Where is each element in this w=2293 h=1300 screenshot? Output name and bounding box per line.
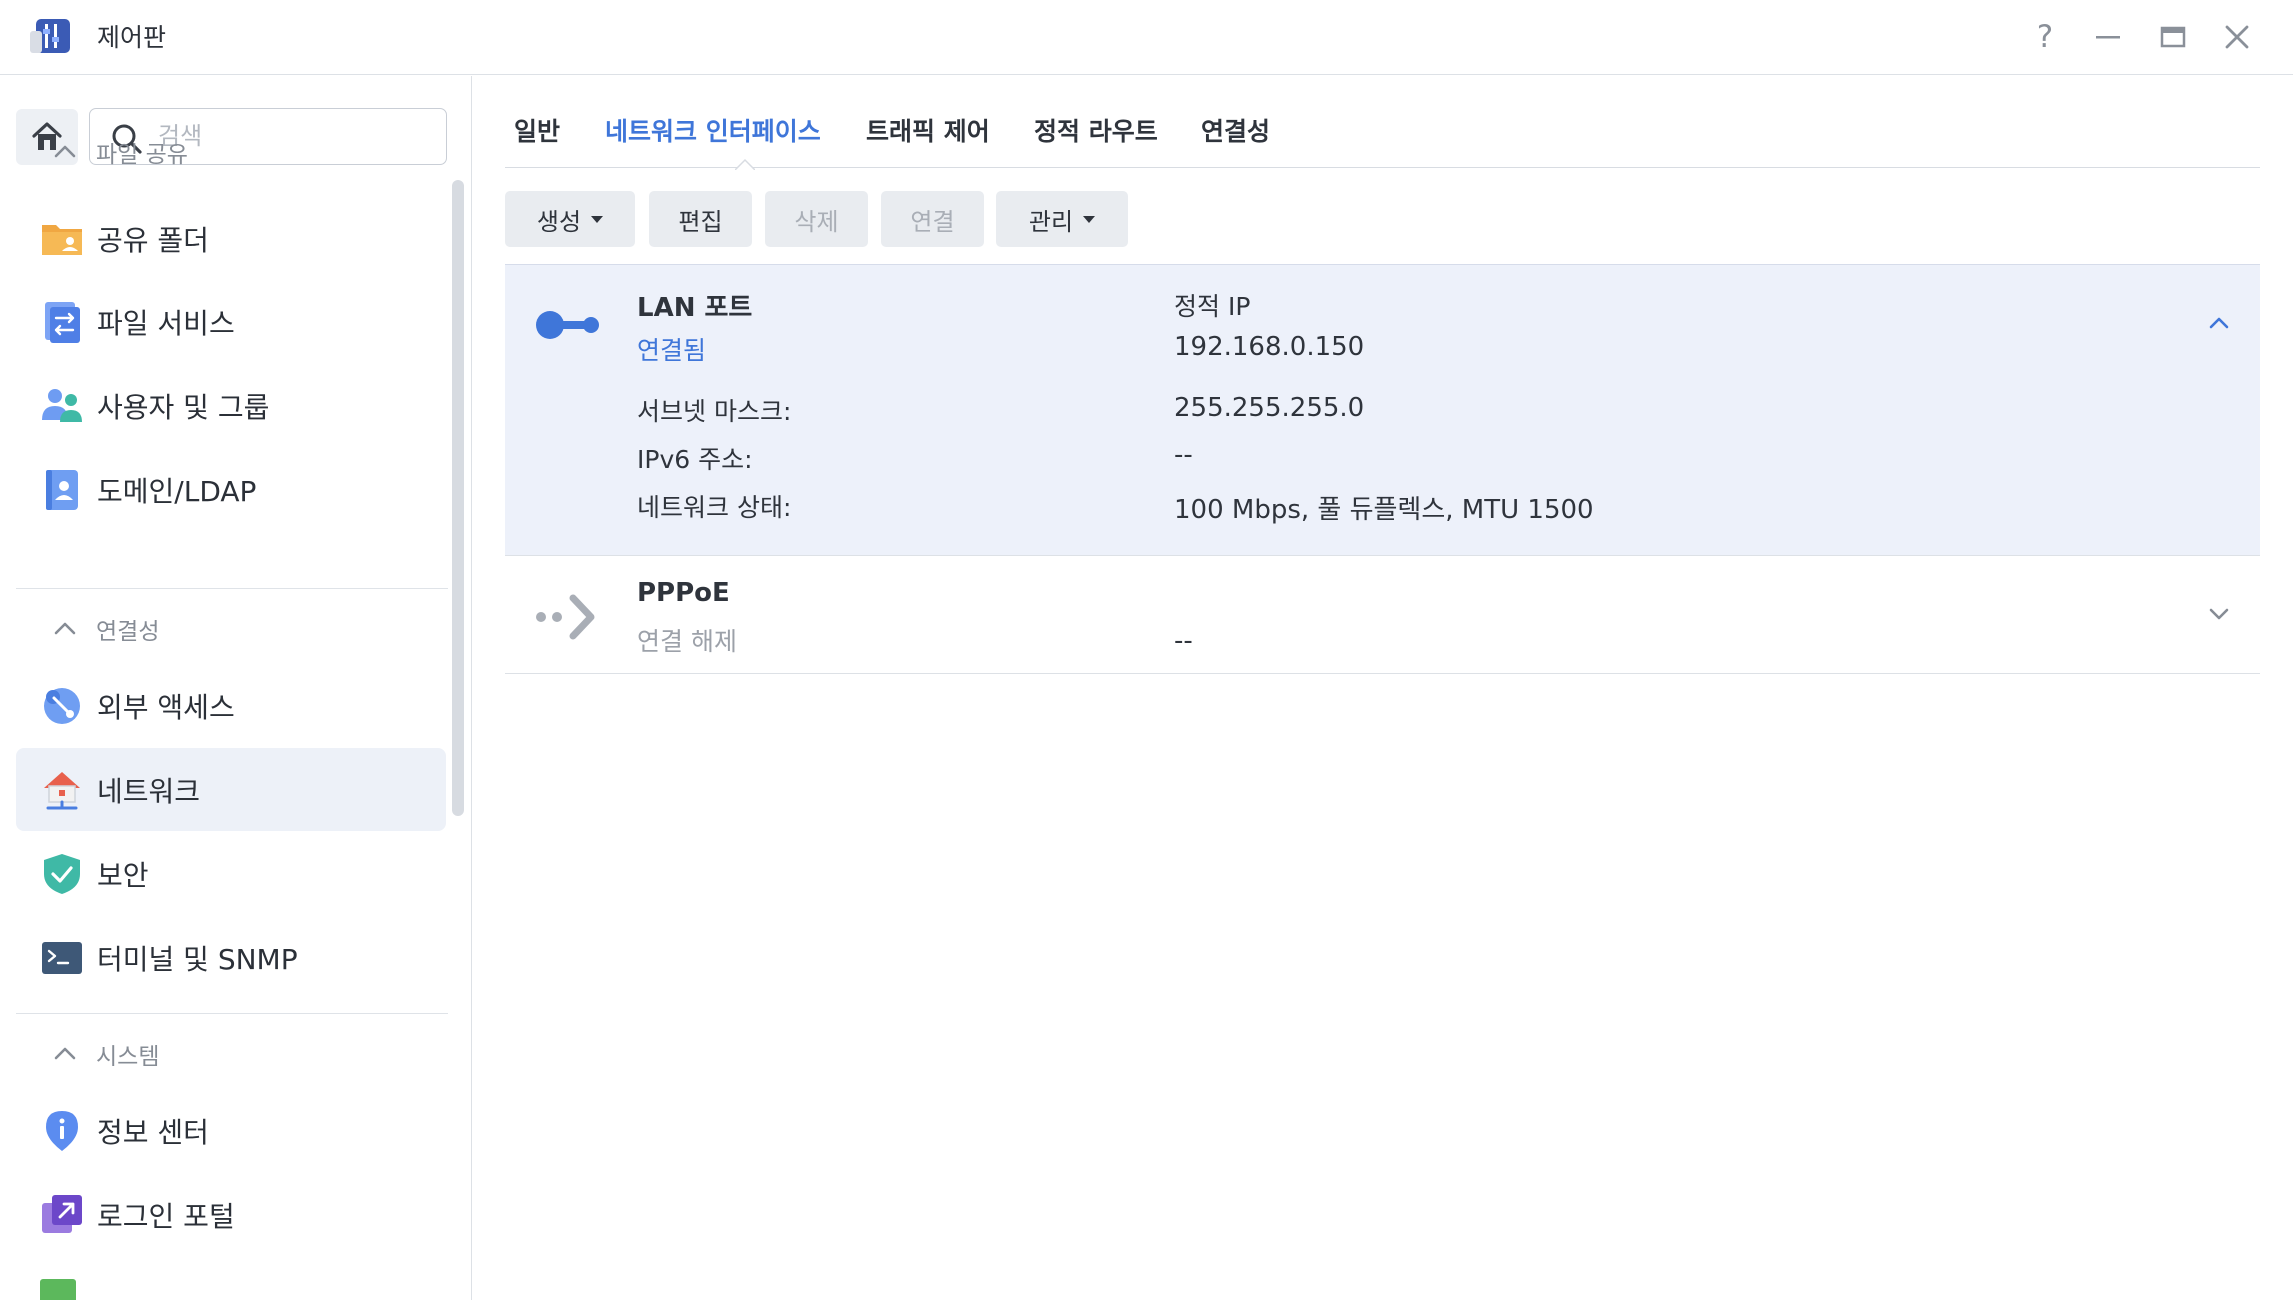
help-button[interactable]: ? — [2022, 14, 2068, 60]
section-label: 연결성 — [96, 619, 160, 645]
sidebar-item-label: 사용자 및 그룹 — [97, 390, 270, 424]
pppoe-disconnected-icon — [536, 594, 595, 640]
sidebar-item-network[interactable]: 네트워크 — [16, 748, 446, 831]
interface-status: 연결 해제 — [637, 627, 737, 656]
sidebar-item-label: 공유 폴더 — [97, 223, 209, 257]
terminal-icon — [42, 942, 82, 974]
dropdown-caret-icon — [591, 215, 604, 223]
sidebar-divider — [16, 588, 448, 589]
ipv6-address-label: IPv6 주소: — [637, 445, 753, 474]
tab-general[interactable]: 일반 — [514, 112, 560, 148]
dropdown-caret-icon — [1083, 215, 1096, 223]
network-icon — [44, 772, 80, 810]
sidebar-item-domain-ldap[interactable]: 도메인/LDAP — [16, 448, 446, 531]
section-header-file-sharing[interactable]: 파일 공유 — [16, 124, 446, 180]
title-bar: 제어판 ? — [0, 0, 2293, 75]
interface-status: 연결됨 — [637, 336, 707, 365]
section-label: 시스템 — [96, 1044, 160, 1070]
ipv6-address-value: -- — [1174, 440, 1193, 470]
tab-bar: 일반 네트워크 인터페이스 트래픽 제어 정적 라우트 연결성 — [505, 76, 2260, 170]
sidebar-scrollbar[interactable] — [452, 180, 464, 816]
sidebar-item-external-access[interactable]: 외부 액세스 — [16, 664, 446, 747]
maximize-button[interactable] — [2150, 14, 2196, 60]
create-button-label: 생성 — [536, 207, 582, 236]
create-button[interactable]: 생성 — [505, 191, 635, 247]
ip-address: 192.168.0.150 — [1174, 332, 1365, 362]
network-status-value: 100 Mbps, 풀 듀플렉스, MTU 1500 — [1174, 495, 1594, 525]
sidebar-item-login-portal[interactable]: 로그인 포털 — [16, 1173, 446, 1256]
close-button[interactable] — [2214, 14, 2260, 60]
edit-button[interactable]: 편집 — [649, 191, 752, 247]
close-icon — [2225, 25, 2249, 49]
active-tab-indicator — [735, 158, 755, 170]
sidebar-item-terminal-snmp[interactable]: 터미널 및 SNMP — [16, 916, 446, 999]
sidebar-item-user-group[interactable]: 사용자 및 그룹 — [16, 364, 446, 447]
manage-button-label: 관리 — [1028, 207, 1074, 236]
tab-static-route[interactable]: 정적 라우트 — [1034, 112, 1158, 148]
minimize-icon — [2096, 36, 2120, 39]
sidebar-item-label: 정보 센터 — [97, 1115, 209, 1149]
chevron-down-icon[interactable] — [2205, 600, 2233, 628]
interface-name: LAN 포트 — [637, 293, 753, 323]
sidebar-item-label: 보안 — [97, 858, 149, 892]
ip-address: -- — [1174, 626, 1193, 656]
interface-row-lan[interactable]: LAN 포트 연결됨 정적 IP 192.168.0.150 서브넷 마스크: … — [505, 264, 2260, 556]
sidebar-divider — [16, 1013, 448, 1014]
chevron-up-icon[interactable] — [2205, 309, 2233, 337]
sidebar-item-label: 도메인/LDAP — [97, 474, 257, 508]
help-icon: ? — [2036, 19, 2054, 55]
sidebar-item-info-center[interactable]: 정보 센터 — [16, 1089, 446, 1172]
window-title: 제어판 — [97, 23, 167, 52]
tab-network-interface[interactable]: 네트워크 인터페이스 — [605, 112, 821, 148]
sidebar-item-label: 터미널 및 SNMP — [97, 942, 298, 976]
chevron-up-icon — [54, 145, 76, 158]
external-access-icon — [44, 688, 80, 724]
control-panel-app-icon — [30, 19, 70, 53]
domain-ldap-icon — [46, 470, 78, 510]
subnet-mask-value: 255.255.255.0 — [1174, 393, 1365, 423]
interface-row-pppoe[interactable]: PPPoE 연결 해제 -- — [505, 556, 2260, 674]
section-header-connectivity[interactable]: 연결성 — [16, 601, 446, 657]
sidebar-item-security[interactable]: 보안 — [16, 832, 446, 915]
shared-folder-icon — [42, 225, 82, 255]
subnet-mask-label: 서브넷 마스크: — [637, 397, 792, 426]
chevron-up-icon — [54, 622, 76, 635]
tab-connectivity[interactable]: 연결성 — [1201, 112, 1270, 148]
sidebar-item-label: 로그인 포털 — [97, 1199, 235, 1233]
user-group-icon — [42, 389, 82, 422]
maximize-icon — [2160, 26, 2186, 48]
file-services-icon — [45, 302, 80, 343]
tab-traffic-control[interactable]: 트래픽 제어 — [866, 112, 990, 148]
security-shield-icon — [44, 854, 80, 894]
partially-visible-item-icon — [40, 1279, 76, 1300]
login-portal-icon — [42, 1195, 82, 1233]
lan-port-connected-icon — [536, 311, 599, 339]
sidebar-item-file-services[interactable]: 파일 서비스 — [16, 280, 446, 363]
section-label: 파일 공유 — [96, 142, 188, 168]
interface-name: PPPoE — [637, 578, 730, 608]
ip-type: 정적 IP — [1174, 292, 1251, 321]
connect-button[interactable]: 연결 — [881, 191, 984, 247]
manage-button[interactable]: 관리 — [996, 191, 1128, 247]
sidebar-item-label: 네트워크 — [97, 774, 201, 808]
sidebar: 파일 공유 공유 폴더 파일 서비스 사용자 및 그룹 — [0, 76, 472, 1300]
main-panel: 일반 네트워크 인터페이스 트래픽 제어 정적 라우트 연결성 생성 편집 삭제… — [473, 76, 2293, 1300]
sidebar-item-label: 외부 액세스 — [97, 690, 235, 724]
info-center-icon — [46, 1111, 78, 1151]
delete-button[interactable]: 삭제 — [765, 191, 868, 247]
network-status-label: 네트워크 상태: — [637, 493, 792, 522]
chevron-up-icon — [54, 1047, 76, 1060]
section-header-system[interactable]: 시스템 — [16, 1026, 446, 1082]
sidebar-item-shared-folder[interactable]: 공유 폴더 — [16, 197, 446, 280]
sidebar-item-label: 파일 서비스 — [97, 306, 235, 340]
minimize-button[interactable] — [2085, 14, 2131, 60]
